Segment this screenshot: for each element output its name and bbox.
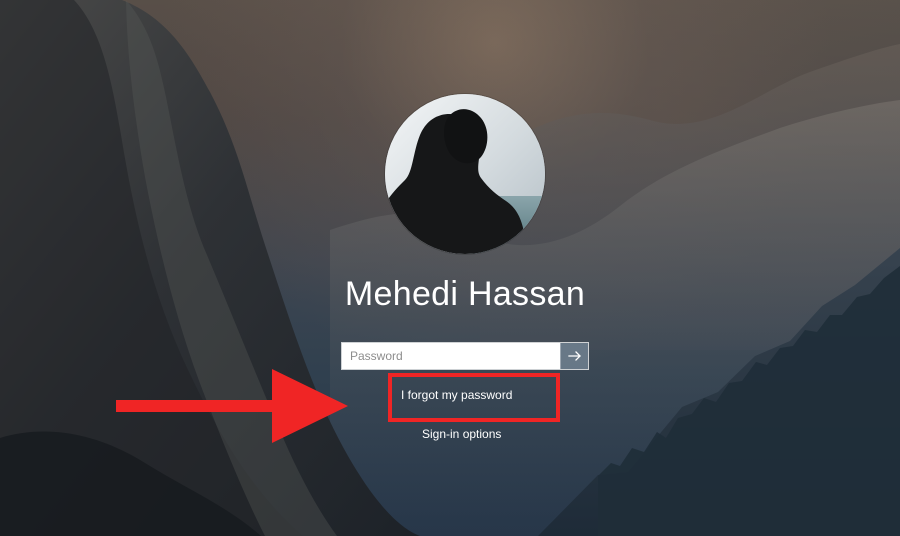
- submit-button[interactable]: [560, 343, 588, 369]
- login-screen: Mehedi Hassan I forgot my password Sign-…: [0, 0, 900, 536]
- annotation-highlight-box: [388, 373, 560, 422]
- user-name: Mehedi Hassan: [344, 275, 586, 313]
- password-field-container: [341, 342, 589, 370]
- password-input[interactable]: [342, 343, 560, 369]
- arrow-right-icon: [567, 351, 581, 361]
- user-silhouette-icon: [385, 94, 545, 254]
- mountain-background: [0, 0, 900, 536]
- user-avatar: [385, 94, 545, 254]
- sign-in-options-link[interactable]: Sign-in options: [422, 427, 501, 441]
- red-arrow-icon: [116, 369, 348, 443]
